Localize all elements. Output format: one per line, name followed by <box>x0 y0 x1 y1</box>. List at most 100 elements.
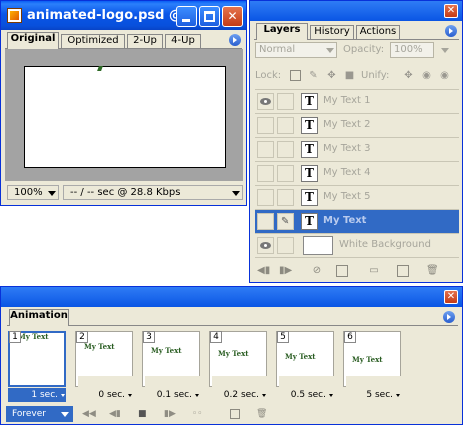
tab-actions[interactable]: Actions <box>356 25 400 39</box>
tween-icon[interactable]: ◦◦ <box>192 409 203 419</box>
animation-frame-2[interactable]: My Text 2 0 sec. <box>73 328 134 406</box>
frame-delay-select[interactable]: 1 sec. <box>8 388 66 402</box>
unify-visibility-icon[interactable]: ◉ <box>421 70 432 81</box>
layer-name: My Text 4 <box>323 167 371 178</box>
layer-row-my-text-2[interactable]: T My Text 2 <box>255 114 459 138</box>
animation-frame-5[interactable]: My Text 5 0.5 sec. <box>274 328 335 406</box>
link-toggle[interactable] <box>277 237 294 254</box>
layer-row-my-text[interactable]: ✎ T My Text <box>255 210 459 234</box>
link-toggle[interactable] <box>277 189 294 206</box>
new-set-icon[interactable]: ▭ <box>368 265 380 277</box>
tab-animation[interactable]: Animation <box>9 309 69 326</box>
chevron-down-icon <box>329 394 333 397</box>
layer-name: My Text 5 <box>323 191 371 202</box>
duplicate-frame-icon[interactable] <box>230 409 240 419</box>
layer-row-white-background[interactable]: White Background <box>255 234 459 258</box>
link-toggle[interactable] <box>277 93 294 110</box>
unify-style-icon[interactable]: ◉ <box>439 70 450 81</box>
visibility-toggle[interactable] <box>257 165 274 182</box>
lock-transparency-icon[interactable] <box>290 70 301 81</box>
frame-number: 2 <box>76 331 88 343</box>
document-options-menu-icon[interactable] <box>229 34 241 46</box>
visibility-toggle[interactable] <box>257 93 274 110</box>
chevron-down-icon <box>262 394 266 397</box>
frame-delay-select[interactable]: 0 sec. <box>75 388 133 402</box>
maximize-button[interactable] <box>199 6 220 27</box>
animation-frame-1[interactable]: My Text 1 1 sec. <box>6 328 67 406</box>
zoom-level-select[interactable]: 100% <box>7 185 59 200</box>
visibility-toggle[interactable] <box>257 117 274 134</box>
document-window: animated-logo.psd @... ✕ Original Optimi… <box>0 0 247 206</box>
chevron-down-icon <box>61 394 65 397</box>
link-toggle[interactable]: ✎ <box>277 213 294 230</box>
previous-frame-icon[interactable]: ◀▮ <box>257 265 270 277</box>
document-status-bar: 100% -- / -- sec @ 28.8 Kbps <box>5 184 243 201</box>
frame-text: My Text <box>352 355 383 364</box>
animation-options-menu-icon[interactable] <box>443 311 455 323</box>
download-time-select[interactable]: -- / -- sec @ 28.8 Kbps <box>63 185 243 200</box>
new-layer-icon[interactable] <box>397 265 409 277</box>
layers-close-button[interactable]: ✕ <box>444 4 458 18</box>
tab-2-up[interactable]: 2-Up <box>127 34 163 48</box>
trash-icon[interactable]: 🗑 <box>426 265 439 277</box>
layer-row-my-text-5[interactable]: T My Text 5 <box>255 186 459 210</box>
document-view-tabs: Original Optimized 2-Up 4-Up <box>5 32 242 49</box>
tab-optimized[interactable]: Optimized <box>61 34 125 48</box>
photoshop-document-icon <box>7 8 22 23</box>
minimize-icon <box>182 19 190 22</box>
tab-original[interactable]: Original <box>7 32 59 49</box>
visibility-toggle[interactable] <box>257 141 274 158</box>
layer-row-my-text-1[interactable]: T My Text 1 <box>255 90 459 114</box>
opacity-field[interactable]: 100% <box>390 42 434 58</box>
minimize-button[interactable] <box>176 6 197 27</box>
frame-delay: 0.1 sec. <box>156 390 192 400</box>
layer-row-my-text-3[interactable]: T My Text 3 <box>255 138 459 162</box>
lock-move-icon[interactable]: ✥ <box>326 70 337 81</box>
layer-style-icon[interactable]: ⊘ <box>311 265 323 277</box>
link-toggle[interactable] <box>277 165 294 182</box>
document-title-bar[interactable]: animated-logo.psd @... ✕ <box>1 1 246 30</box>
frame-delay-select[interactable]: 5 sec. <box>343 388 401 402</box>
play-icon[interactable]: ▮▶ <box>164 409 176 419</box>
download-time: -- / -- sec @ 28.8 Kbps <box>70 187 181 198</box>
layer-row-my-text-4[interactable]: T My Text 4 <box>255 162 459 186</box>
link-toggle[interactable] <box>277 141 294 158</box>
tab-history[interactable]: History <box>310 25 354 39</box>
link-toggle[interactable] <box>277 117 294 134</box>
layers-palette-title-bar[interactable]: ✕ <box>250 1 462 21</box>
image-canvas[interactable] <box>24 66 226 168</box>
animation-frame-3[interactable]: My Text 3 0.1 sec. <box>140 328 201 406</box>
tab-4-up[interactable]: 4-Up <box>165 34 201 48</box>
frame-delay-select[interactable]: 0.2 sec. <box>209 388 267 402</box>
delete-frame-icon[interactable]: 🗑 <box>256 409 267 419</box>
lock-all-icon[interactable]: ■ <box>344 70 355 81</box>
frame-text: My Text <box>84 342 115 351</box>
close-button[interactable]: ✕ <box>222 6 243 27</box>
visibility-toggle[interactable] <box>257 213 274 230</box>
eye-icon <box>260 242 271 249</box>
animation-frame-6[interactable]: My Text 6 5 sec. <box>341 328 402 406</box>
animation-close-button[interactable]: ✕ <box>444 290 458 304</box>
blend-mode-select[interactable]: Normal <box>255 42 337 58</box>
tab-layers[interactable]: Layers <box>256 23 308 40</box>
loop-options-select[interactable]: Forever <box>6 406 73 422</box>
canvas-area[interactable] <box>5 49 243 181</box>
unify-position-icon[interactable]: ✥ <box>403 70 414 81</box>
frame-delay: 0 sec. <box>98 390 125 400</box>
layers-options-menu-icon[interactable] <box>445 25 457 37</box>
maximize-icon <box>204 11 215 22</box>
next-frame-icon[interactable]: ▮▶ <box>279 265 292 277</box>
frame-delay-select[interactable]: 0.5 sec. <box>276 388 334 402</box>
animation-palette-title-bar[interactable]: ✕ <box>1 287 462 307</box>
frame-lower-band <box>78 376 134 388</box>
visibility-toggle[interactable] <box>257 189 274 206</box>
visibility-toggle[interactable] <box>257 237 274 254</box>
lock-brush-icon[interactable]: ✎ <box>308 70 319 81</box>
opacity-chevron-icon[interactable] <box>441 48 449 53</box>
frame-delay-select[interactable]: 0.1 sec. <box>142 388 200 402</box>
previous-frame-icon[interactable]: ◀▮ <box>109 409 121 419</box>
stop-icon[interactable]: ■ <box>138 409 147 419</box>
layer-mask-icon[interactable] <box>336 265 348 277</box>
rewind-icon[interactable]: ◀◀ <box>82 409 96 419</box>
animation-frame-4[interactable]: My Text 4 0.2 sec. <box>207 328 268 406</box>
